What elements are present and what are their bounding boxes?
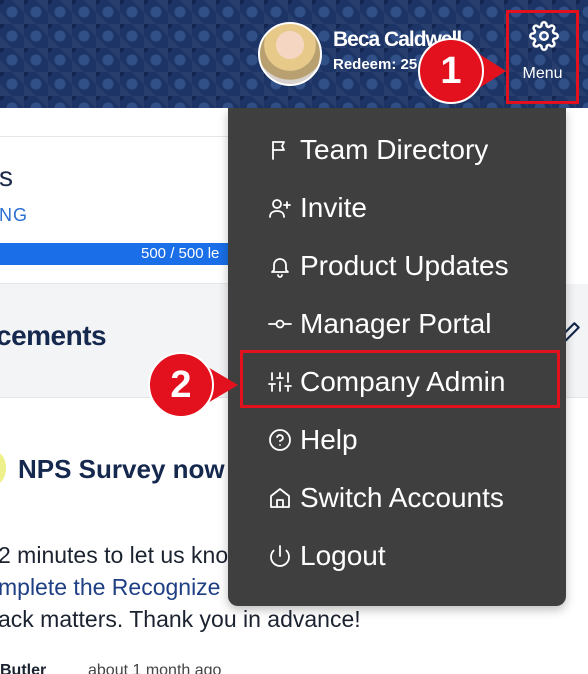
card-title: s (0, 161, 13, 192)
redeem-points[interactable]: Redeem: 25 (333, 56, 417, 73)
user-plus-icon (269, 199, 291, 218)
card-link[interactable]: NG (0, 205, 28, 226)
help-circle-icon (269, 429, 291, 451)
menu-item-label: Invite (300, 192, 367, 223)
menu-item-label: Help (300, 424, 358, 455)
menu-item-label: Manager Portal (300, 308, 492, 339)
callout-number: 2 (170, 364, 192, 406)
menu-item-label: Switch Accounts (300, 482, 504, 513)
menu-item-help[interactable]: Help (268, 420, 358, 460)
home-icon (270, 488, 290, 508)
commit-icon (268, 319, 292, 329)
menu-item-product-updates[interactable]: Product Updates (268, 246, 509, 286)
company-admin-highlight (240, 350, 560, 408)
post-time: about 1 month ago (88, 662, 222, 674)
power-icon (270, 545, 290, 567)
menu-item-label: Product Updates (300, 250, 509, 281)
menu-item-invite[interactable]: Invite (268, 188, 367, 228)
menu-item-switch-accounts[interactable]: Switch Accounts (268, 478, 504, 518)
flag-icon (272, 141, 285, 160)
menu-item-label: Team Directory (300, 134, 489, 165)
menu-button[interactable]: Menu (506, 10, 579, 104)
bell-icon (271, 258, 289, 278)
menu-item-label: Logout (300, 540, 386, 571)
menu-label: Menu (522, 65, 563, 82)
post-author[interactable]: Butler (0, 662, 46, 674)
callout-number: 1 (440, 50, 462, 92)
menu-item-team-directory[interactable]: Team Directory (268, 130, 488, 170)
section-title: cements (0, 320, 107, 351)
avatar[interactable] (258, 22, 322, 86)
post-text: 2 minutes to let us kno (0, 542, 229, 568)
post-avatar (0, 452, 6, 484)
gear-icon (529, 21, 559, 51)
callout-2: 2 (148, 352, 240, 418)
callout-1: 1 (418, 38, 508, 104)
post-link[interactable]: mplete the Recognize E (0, 574, 242, 601)
settings-dropdown: Team Directory Invite Product Updates Ma… (228, 108, 566, 606)
menu-item-logout[interactable]: Logout (268, 536, 386, 576)
post-text: ack matters. Thank you in advance! (0, 606, 361, 632)
post-meta: Butler about 1 month ago (0, 662, 221, 674)
progress-text: 500 / 500 le (141, 245, 220, 262)
post-title[interactable]: NPS Survey now (18, 454, 225, 485)
menu-item-manager-portal[interactable]: Manager Portal (268, 304, 491, 344)
